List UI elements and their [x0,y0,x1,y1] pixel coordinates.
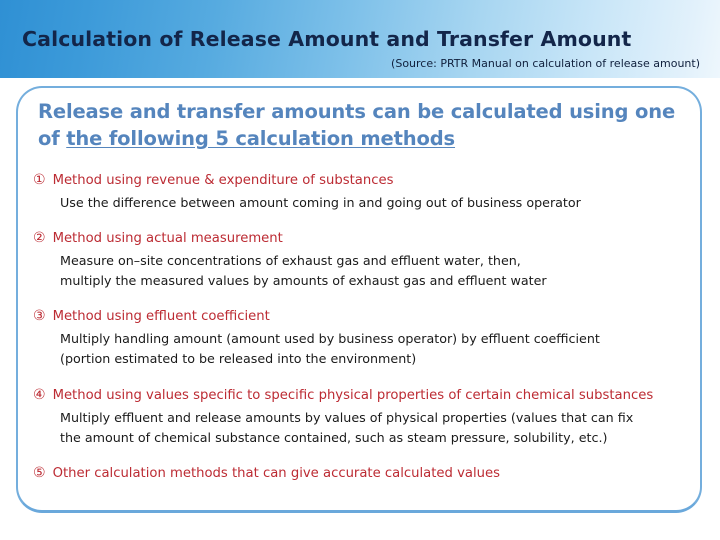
lead-line-2-underlined: the following 5 calculation methods [66,127,456,150]
methods-list: ① Method using revenue & expenditure of s… [33,171,683,483]
lead-line-1: Release and transfer amounts can be calc… [38,100,629,123]
method-number-5: ⑤ [33,465,46,481]
method-body-line: Multiply effluent and release amounts by… [60,410,634,425]
list-item: ② Method using actual measurement Measure… [33,229,683,291]
method-body-line: multiply the measured values by amounts … [60,273,547,288]
method-title-text-2: Method using actual measurement [52,231,283,246]
list-item: ④ Method using values specific to specifi… [33,386,683,448]
header-band: Calculation of Release Amount and Transf… [0,0,720,78]
source-citation: (Source: PRTR Manual on calculation of r… [391,57,700,70]
list-item: ⑤ Other calculation methods that can give… [33,464,683,483]
method-number-3: ③ [33,308,46,324]
method-body-1: Use the difference between amount coming… [60,193,683,213]
method-body-line: the amount of chemical substance contain… [60,430,608,445]
method-body-2: Measure on–site concentrations of exhaus… [60,251,683,291]
lead-heading: Release and transfer amounts can be calc… [38,98,678,152]
method-title-text-3: Method using effluent coefficient [52,309,270,324]
method-body-4: Multiply effluent and release amounts by… [60,408,683,448]
method-title-4: ④ Method using values specific to specifi… [33,386,694,405]
slide-root: Calculation of Release Amount and Transf… [0,0,720,540]
method-number-4: ④ [33,387,46,403]
method-title-5: ⑤ Other calculation methods that can give… [33,464,683,483]
method-body-3: Multiply handling amount (amount used by… [60,329,683,369]
method-body-line: (portion estimated to be released into t… [60,351,417,366]
page-title: Calculation of Release Amount and Transf… [22,27,632,51]
method-title-1: ① Method using revenue & expenditure of s… [33,171,683,190]
list-item: ③ Method using effluent coefficient Multi… [33,307,683,369]
method-title-3: ③ Method using effluent coefficient [33,307,683,326]
method-number-1: ① [33,172,46,188]
method-body-line: Multiply handling amount (amount used by… [60,331,600,346]
method-title-text-4: Method using values specific to specific… [52,388,654,403]
method-body-line: Measure on–site concentrations of exhaus… [60,253,521,268]
method-title-text-5: Other calculation methods that can give … [52,466,500,481]
list-item: ① Method using revenue & expenditure of s… [33,171,683,213]
method-body-line: Use the difference between amount coming… [60,195,581,210]
method-number-2: ② [33,230,46,246]
method-title-text-1: Method using revenue & expenditure of su… [52,173,394,188]
method-title-2: ② Method using actual measurement [33,229,683,248]
